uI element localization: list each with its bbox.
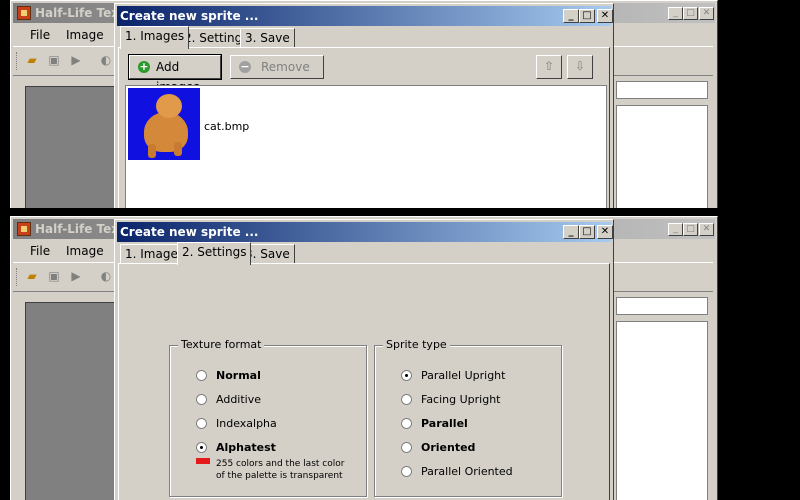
add-images-button[interactable]: + Add images <box>128 54 222 94</box>
radio-label: Oriented <box>421 441 476 454</box>
right-header <box>616 297 708 315</box>
texture-format-group: Texture format Normal Additive Indexalph… <box>169 338 367 497</box>
cat-thumbnail[interactable] <box>128 88 200 160</box>
radio-label: Facing Upright <box>421 393 501 406</box>
settings-tab-page: Texture format Normal Additive Indexalph… <box>118 263 610 500</box>
app-icon <box>17 6 31 20</box>
toolbar-grip[interactable] <box>16 268 20 286</box>
alphatest-note: 255 colors and the last color of the pal… <box>216 458 344 482</box>
play-icon[interactable]: ▶ <box>67 267 85 285</box>
radio-button[interactable] <box>401 442 412 453</box>
dialog-close-button[interactable]: ✕ <box>597 9 613 23</box>
right-header <box>616 81 708 99</box>
radio-label: Additive <box>216 393 261 406</box>
transparency-color-swatch <box>196 458 210 464</box>
radio-button[interactable] <box>196 418 207 429</box>
move-down-button[interactable]: ⇩ <box>567 55 593 79</box>
arrow-down-icon: ⇩ <box>574 59 586 73</box>
radio-button[interactable] <box>401 394 412 405</box>
image-canvas <box>25 302 119 500</box>
remove-button[interactable]: − Remove <box>230 55 324 79</box>
tool-icon[interactable]: ◐ <box>97 51 115 69</box>
dialog-title-bar[interactable]: Create new sprite ... _ □ ✕ <box>117 222 613 242</box>
toolbar-grip[interactable] <box>16 52 20 70</box>
note-line-1: 255 colors and the last color <box>216 459 345 469</box>
cat-head-shape <box>156 94 182 118</box>
bottom-screenshot-panel: Half-Life Textu _ □ ✕ File Image ▰ ▣ ▶ ◐… <box>0 216 800 500</box>
save-icon[interactable]: ▣ <box>45 267 63 285</box>
radio-button[interactable] <box>196 442 207 453</box>
dialog-title-bar[interactable]: Create new sprite ... _ □ ✕ <box>117 6 613 26</box>
radio-label: Normal <box>216 369 261 382</box>
sprite-type-label: Sprite type <box>383 338 450 351</box>
menu-file[interactable]: File <box>30 244 50 258</box>
tool-icon[interactable]: ◐ <box>97 267 115 285</box>
radio-button[interactable] <box>401 418 412 429</box>
note-line-2: of the palette is transparent <box>216 471 343 481</box>
save-icon[interactable]: ▣ <box>45 51 63 69</box>
open-folder-icon[interactable]: ▰ <box>23 267 41 285</box>
radio-label: Indexalpha <box>216 417 277 430</box>
cat-leg-shape <box>148 144 156 158</box>
remove-icon: − <box>239 60 251 73</box>
main-minimize-button[interactable]: _ <box>668 223 683 236</box>
main-maximize-button[interactable]: □ <box>683 223 698 236</box>
radio-label: Parallel <box>421 417 468 430</box>
radio-button[interactable] <box>401 466 412 477</box>
panel-separator <box>0 208 800 216</box>
open-folder-icon[interactable]: ▰ <box>23 51 41 69</box>
radio-button[interactable] <box>401 370 412 381</box>
dialog-maximize-button[interactable]: □ <box>579 225 595 239</box>
app-icon <box>17 222 31 236</box>
menu-image[interactable]: Image <box>66 244 104 258</box>
main-close-button[interactable]: ✕ <box>699 223 714 236</box>
main-minimize-button[interactable]: _ <box>668 7 683 20</box>
dialog-maximize-button[interactable]: □ <box>579 9 595 23</box>
sprite-type-group: Sprite type Parallel Upright Facing Upri… <box>374 338 562 497</box>
texture-format-label: Texture format <box>178 338 265 351</box>
radio-button[interactable] <box>196 394 207 405</box>
main-maximize-button[interactable]: □ <box>683 7 698 20</box>
dialog-close-button[interactable]: ✕ <box>597 225 613 239</box>
arrow-up-icon: ⇧ <box>543 59 555 73</box>
main-close-button[interactable]: ✕ <box>699 7 714 20</box>
right-list <box>616 321 708 500</box>
dialog-minimize-button[interactable]: _ <box>563 9 579 23</box>
menu-file[interactable]: File <box>30 28 50 42</box>
tab-save[interactable]: 3. Save <box>240 28 295 48</box>
tab-settings[interactable]: 2. Settings <box>177 242 252 265</box>
radio-label: Alphatest <box>216 441 276 454</box>
dialog-title: Create new sprite ... <box>120 9 259 23</box>
radio-label: Parallel Upright <box>421 369 506 382</box>
move-up-button[interactable]: ⇧ <box>536 55 562 79</box>
cat-leg-shape <box>174 142 182 156</box>
add-icon: + <box>138 60 150 73</box>
image-filename[interactable]: cat.bmp <box>204 120 249 133</box>
dialog-title: Create new sprite ... <box>120 225 259 239</box>
tab-images[interactable]: 1. Images <box>120 26 190 49</box>
radio-label: Parallel Oriented <box>421 465 513 478</box>
dialog-minimize-button[interactable]: _ <box>563 225 579 239</box>
play-icon[interactable]: ▶ <box>67 51 85 69</box>
remove-label: Remove <box>261 60 310 74</box>
radio-button[interactable] <box>196 370 207 381</box>
create-sprite-dialog: Create new sprite ... _ □ ✕ 1. Images 2.… <box>114 219 614 500</box>
menu-image[interactable]: Image <box>66 28 104 42</box>
